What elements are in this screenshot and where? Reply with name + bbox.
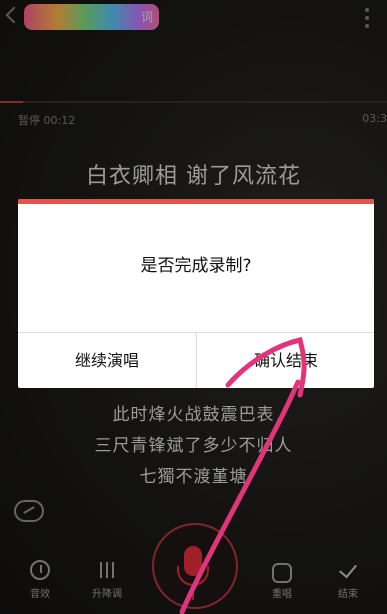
dialog-accent-bar bbox=[18, 199, 374, 204]
confirm-dialog: 是否完成录制? 继续演唱 确认结束 bbox=[18, 199, 374, 388]
dialog-message: 是否完成录制? bbox=[140, 256, 252, 276]
confirm-finish-button[interactable]: 确认结束 bbox=[197, 333, 374, 388]
continue-singing-button[interactable]: 继续演唱 bbox=[18, 333, 196, 388]
